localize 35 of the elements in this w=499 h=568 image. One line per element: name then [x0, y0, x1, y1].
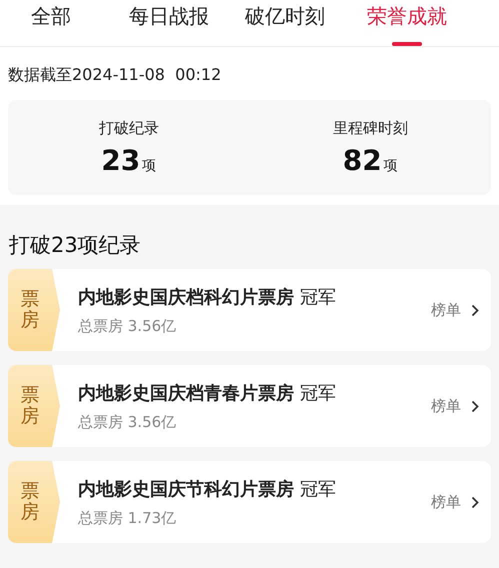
stat-unit: 项 — [142, 156, 156, 174]
stat-label: 打破纪录 — [98, 118, 159, 138]
tab[interactable]: 每日战报 — [129, 0, 209, 46]
tab[interactable]: 破亿时刻 — [245, 0, 325, 46]
chevron-right-icon — [471, 496, 479, 508]
ranking-link[interactable]: 榜单 — [431, 396, 479, 416]
record-subtitle: 总票房 3.56亿 — [78, 412, 178, 432]
record-title: 内地影史国庆档青春片票房 — [78, 382, 294, 404]
data-time-value: 2024-11-08 00:12 — [72, 65, 222, 86]
stat-value: 23 — [101, 144, 140, 176]
ranking-link[interactable]: 榜单 — [431, 492, 479, 512]
record-card[interactable]: 票房 内地影史国庆档科幻片票房 冠军 总票房 3.56亿 榜单 — [8, 269, 491, 351]
active-tab-indicator — [392, 42, 422, 46]
tab[interactable]: 荣誉成就 — [367, 0, 447, 46]
ranking-link[interactable]: 榜单 — [431, 300, 479, 320]
record-card[interactable]: 票房 内地影史国庆档青春片票房 冠军 总票房 3.56亿 榜单 — [8, 365, 491, 447]
record-title: 内地影史国庆档科幻片票房 — [78, 286, 294, 308]
stat-label: 里程碑时刻 — [332, 118, 408, 138]
stat-unit: 项 — [384, 156, 398, 174]
data-time-label: 数据截至 — [8, 65, 72, 86]
record-title: 内地影史国庆节科幻片票房 — [78, 478, 294, 500]
record-subtitle: 总票房 3.56亿 — [78, 316, 178, 336]
badge-label: 票房 — [20, 481, 40, 523]
badge-label: 票房 — [20, 289, 40, 331]
record-rank: 冠军 — [300, 382, 336, 404]
record-subtitle: 总票房 1.73亿 — [78, 508, 178, 528]
record-rank: 冠军 — [300, 478, 336, 500]
section-title: 打破23项纪录 — [8, 232, 142, 259]
badge-label: 票房 — [20, 385, 40, 427]
chevron-right-icon — [471, 304, 479, 316]
record-rank: 冠军 — [300, 286, 336, 308]
chevron-right-icon — [471, 400, 479, 412]
tab[interactable]: 全部 — [31, 0, 71, 46]
record-card[interactable]: 票房 内地影史国庆节科幻片票房 冠军 总票房 1.73亿 榜单 — [8, 461, 491, 543]
stat-value: 82 — [342, 144, 382, 176]
